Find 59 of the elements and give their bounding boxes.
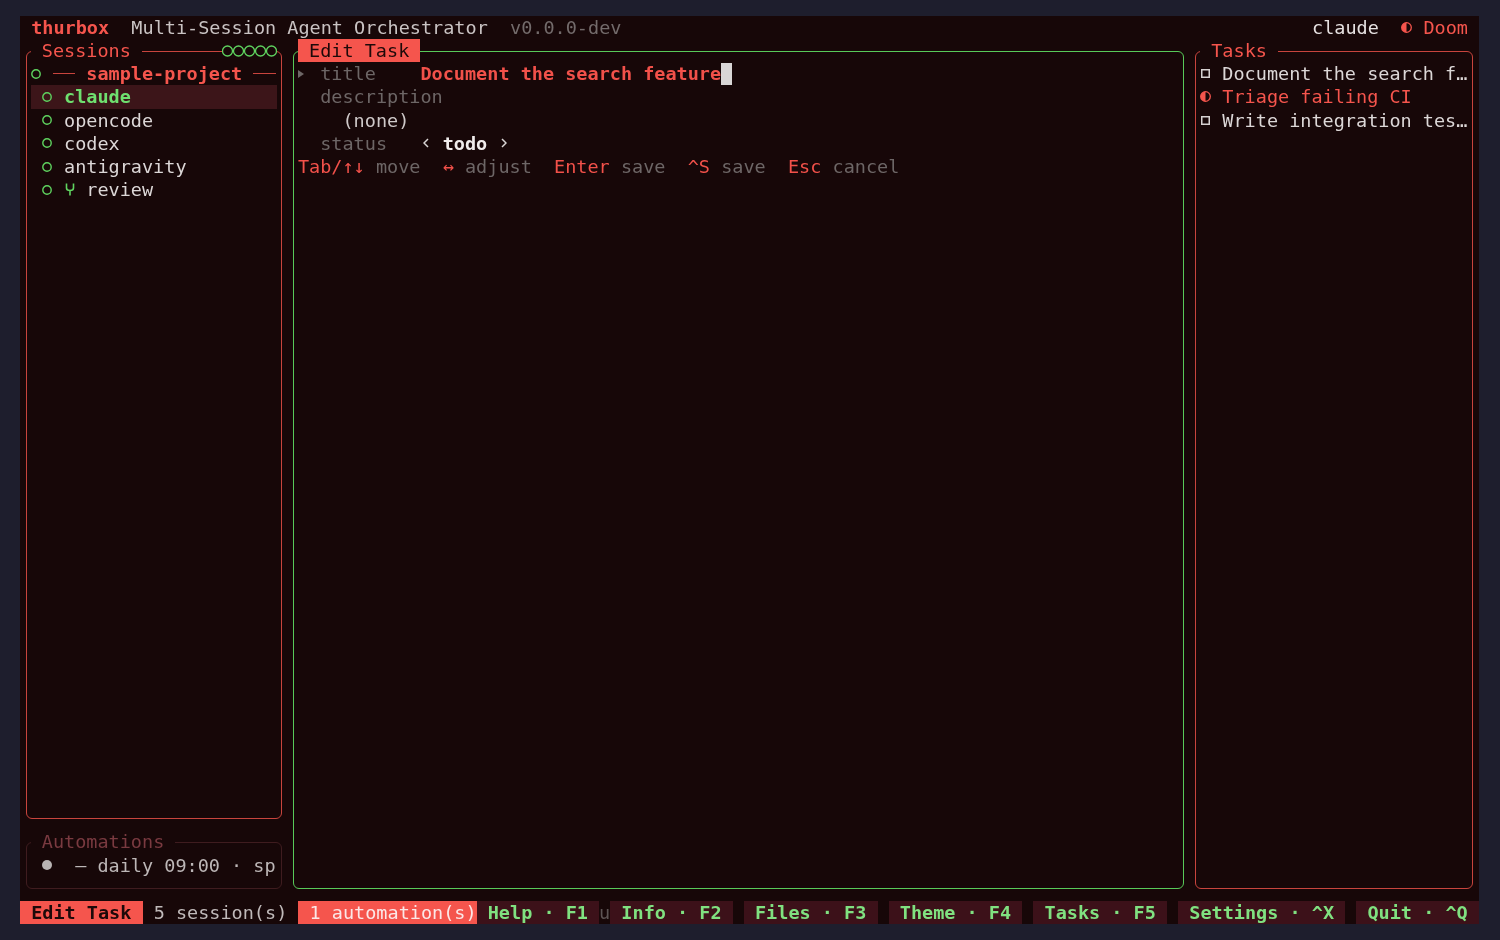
field-label: title xyxy=(320,62,377,86)
panel-title: Edit Task xyxy=(297,38,421,63)
hint-key: Tab/↑↓ xyxy=(297,155,365,179)
shortcut-key[interactable]: Info · F2 xyxy=(610,900,733,924)
shortcut-key[interactable]: Quit · ^Q xyxy=(1356,900,1479,924)
session-count: 5 session(s) xyxy=(152,900,289,924)
shortcut-key[interactable]: Files · F3 xyxy=(743,900,878,924)
mode-indicator: Edit Task xyxy=(20,900,143,924)
session-item[interactable]: claude xyxy=(30,85,277,109)
ring-icon xyxy=(42,115,53,126)
hint-label: save xyxy=(620,155,666,179)
text-input[interactable]: Document the search feature xyxy=(420,62,733,86)
task-item[interactable]: Document the search f… xyxy=(1222,62,1468,86)
half-circle-icon xyxy=(1200,91,1212,103)
rings-icon xyxy=(221,45,277,58)
task-item[interactable]: Write integration tes… xyxy=(1222,108,1468,132)
stray-character: u xyxy=(599,900,611,924)
hint-label: cancel xyxy=(832,155,900,179)
hint-label: move xyxy=(375,155,421,179)
text-cursor xyxy=(721,62,733,85)
ring-icon xyxy=(42,91,53,102)
shortcut-key[interactable]: Tasks · F5 xyxy=(1033,900,1168,924)
description-input[interactable]: (none) xyxy=(342,108,410,132)
shortcut-key[interactable]: Help · F1 xyxy=(476,900,600,924)
ring-icon xyxy=(42,161,53,172)
shortcut-key[interactable]: Theme · F4 xyxy=(888,900,1023,924)
triangle-icon xyxy=(297,69,304,78)
current-session: claude xyxy=(1312,16,1379,40)
session-item[interactable]: review xyxy=(30,178,277,202)
hint-key: ↔ xyxy=(442,155,454,179)
session-item[interactable]: antigravity xyxy=(30,155,277,179)
ring-icon xyxy=(42,138,53,149)
task-item[interactable]: Triage failing CI xyxy=(1222,85,1412,109)
project-name: sample-project xyxy=(86,62,243,86)
field-label: description xyxy=(320,85,443,109)
theme-name: Doom xyxy=(1423,16,1468,40)
chevron-left-icon xyxy=(423,138,429,149)
square-icon xyxy=(1201,69,1211,79)
dot-icon xyxy=(42,860,53,871)
version-label: v0.0.0-dev xyxy=(510,16,622,40)
session-item[interactable]: opencode xyxy=(30,108,277,132)
hint-label: adjust xyxy=(464,155,532,179)
app-title: Multi-Session Agent Orchestrator xyxy=(131,16,488,40)
field-label: status xyxy=(320,131,388,156)
automation-schedule: — daily 09:00 · sp xyxy=(75,853,276,877)
half-circle-icon xyxy=(1401,22,1413,34)
hint-key: ^S xyxy=(687,155,710,179)
session-item[interactable]: codex xyxy=(30,131,277,156)
ring-icon xyxy=(31,68,42,79)
chevron-right-icon xyxy=(500,138,507,149)
status-select[interactable]: todo xyxy=(420,131,510,156)
square-icon xyxy=(1201,115,1211,125)
hint-label: save xyxy=(721,155,766,179)
hint-key: Esc xyxy=(787,155,822,179)
automation-count: 1 automation(s) xyxy=(298,900,477,924)
shortcut-key[interactable]: Settings · ^X xyxy=(1178,900,1346,924)
hint-key: Enter xyxy=(554,155,610,179)
app-name: thurbox xyxy=(31,16,110,40)
ring-icon xyxy=(42,184,53,195)
